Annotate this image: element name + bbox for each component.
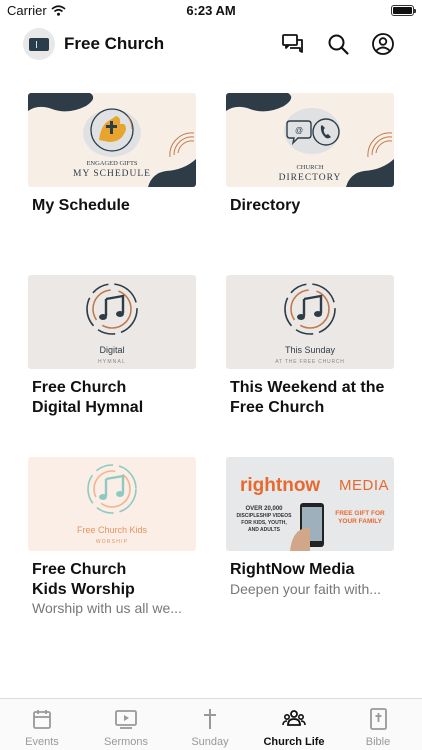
bible-icon — [370, 708, 387, 730]
thumb-line-1: CHURCH — [296, 164, 323, 171]
thumb-my-schedule: ENGAGED GIFTS MY SCHEDULE — [28, 93, 196, 187]
thumb-line-2: HYMNAL — [98, 359, 126, 365]
thumb-promo-line: DISCIPLESHIP VIDEOS — [237, 513, 293, 519]
card-title-line: Digital Hymnal — [32, 399, 144, 416]
tab-bar: Events Sermons Sunday Church Life Bible — [0, 698, 422, 750]
thumb-brand-media: MEDIA — [339, 477, 389, 494]
card-directory[interactable]: @ CHURCH DIRECTORY Directory — [226, 93, 394, 223]
app-logo — [23, 28, 55, 60]
search-icon[interactable] — [326, 32, 350, 56]
card-subtitle: Deepen your faith with... — [230, 581, 381, 597]
thumb-gift-line: FREE GIFT FOR — [335, 510, 385, 517]
tab-label: Bible — [365, 736, 391, 748]
video-icon — [115, 710, 137, 729]
tab-label: Sunday — [191, 736, 229, 748]
thumb-this-weekend: This Sunday AT THE FREE CHURCH — [226, 275, 394, 369]
tab-label: Sermons — [103, 736, 149, 748]
nav-bar: Free Church — [0, 22, 422, 66]
thumb-gift-line: YOUR FAMILY — [338, 518, 382, 525]
card-my-schedule[interactable]: ENGAGED GIFTS MY SCHEDULE My Schedule — [28, 93, 196, 223]
svg-text:@: @ — [295, 126, 303, 135]
card-title-line: Free Church — [32, 379, 127, 396]
cross-icon — [204, 709, 216, 729]
card-title-line: Free Church — [230, 399, 325, 416]
card-title-line: Directory — [230, 197, 301, 214]
status-bar: Carrier 6:23 AM — [0, 0, 422, 22]
thumb-rightnow-media: rightnow MEDIA OVER 20,000 DISCIPLESHIP … — [226, 457, 394, 551]
card-digital-hymnal[interactable]: Digital HYMNAL Free Church Digital Hymna… — [28, 275, 196, 420]
thumb-line-2: AT THE FREE CHURCH — [275, 359, 344, 365]
people-icon — [282, 710, 306, 726]
thumb-line-2: MY SCHEDULE — [73, 169, 151, 179]
chat-icon[interactable] — [281, 32, 305, 56]
thumb-line-2: WORSHIP — [96, 539, 128, 545]
tab-sermons[interactable]: Sermons — [84, 699, 168, 750]
card-subtitle: Worship with us all we... — [32, 600, 182, 616]
thumb-line-2: DIRECTORY — [279, 173, 342, 183]
thumb-promo-line: OVER 20,000 — [245, 506, 283, 512]
thumb-line-1: ENGAGED GIFTS — [86, 160, 137, 167]
card-title-line: Kids Worship — [32, 581, 135, 598]
thumb-promo-line: AND ADULTS — [248, 527, 281, 533]
app-title: Free Church — [64, 34, 165, 53]
thumb-directory: @ CHURCH DIRECTORY — [226, 93, 394, 187]
calendar-icon — [33, 710, 51, 729]
thumb-line-1: Free Church Kids — [77, 525, 148, 535]
tab-sunday[interactable]: Sunday — [168, 699, 252, 750]
tab-bible[interactable]: Bible — [336, 699, 420, 750]
battery-icon — [391, 5, 416, 16]
status-time: 6:23 AM — [186, 3, 236, 18]
card-rightnow-media[interactable]: rightnow MEDIA OVER 20,000 DISCIPLESHIP … — [226, 457, 394, 619]
thumb-kids-worship: Free Church Kids WORSHIP — [28, 457, 196, 551]
card-title-line: RightNow Media — [230, 561, 355, 578]
card-title-line: Free Church — [32, 561, 127, 578]
tab-label: Church Life — [263, 736, 325, 748]
card-this-weekend[interactable]: This Sunday AT THE FREE CHURCH This Week… — [226, 275, 394, 420]
thumb-digital-hymnal: Digital HYMNAL — [28, 275, 196, 369]
tab-events[interactable]: Events — [0, 699, 84, 750]
card-kids-worship[interactable]: Free Church Kids WORSHIP Free Church Kid… — [28, 457, 196, 619]
card-title-line: My Schedule — [32, 197, 130, 214]
thumb-brand: rightnow — [240, 475, 320, 496]
thumb-line-1: Digital — [99, 345, 124, 355]
tab-church-life[interactable]: Church Life — [252, 699, 336, 750]
thumb-line-1: This Sunday — [285, 345, 336, 355]
thumb-promo-line: FOR KIDS, YOUTH, — [241, 520, 287, 526]
card-title-line: This Weekend at the — [230, 379, 385, 396]
account-icon[interactable] — [371, 32, 395, 56]
tab-label: Events — [25, 736, 59, 748]
